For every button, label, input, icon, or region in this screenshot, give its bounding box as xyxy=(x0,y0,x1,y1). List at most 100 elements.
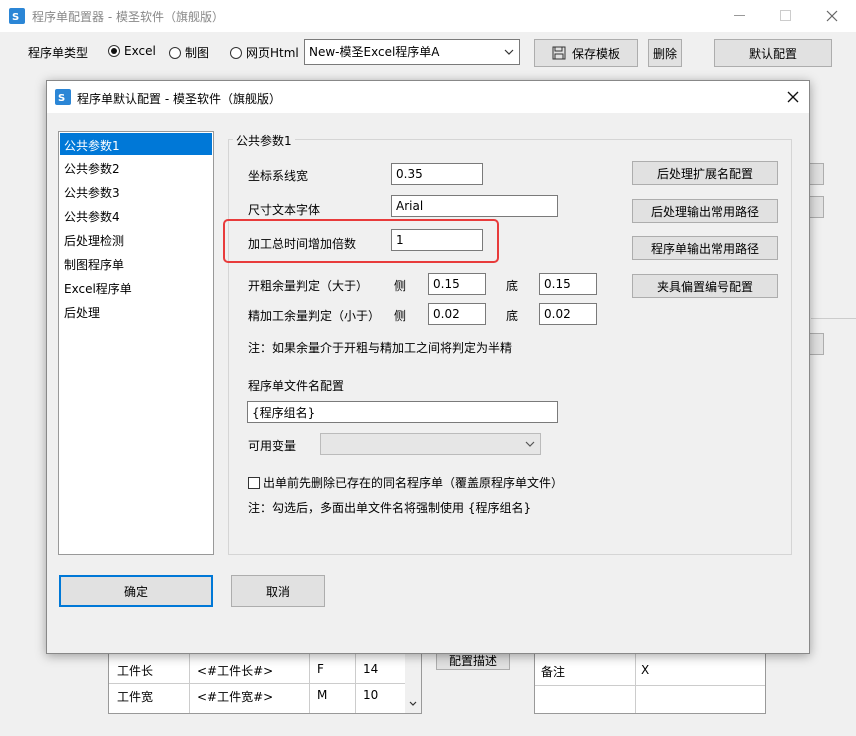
table-row[interactable]: 工件宽 <#工件宽#> M 10 xyxy=(109,683,405,713)
template-select[interactable]: New-模圣Excel程序单A xyxy=(304,39,520,65)
config-dialog: S 程序单默认配置 - 模圣软件（旗舰版） 公共参数1 公共参数2 公共参数3 … xyxy=(46,80,810,654)
type-label: 程序单类型 xyxy=(28,46,89,60)
post-ext-config-label: 后处理扩展名配置 xyxy=(656,166,753,181)
checkbox-box xyxy=(248,476,260,489)
table-row[interactable]: 工件长 <#工件长#> F 14 xyxy=(109,653,405,684)
finish-bottom-input[interactable]: 0.02 xyxy=(539,303,597,325)
svg-text:S: S xyxy=(58,93,65,104)
overwrite-checkbox[interactable]: 出单前先删除已存在的同名程序单（覆盖原程序单文件） xyxy=(248,474,563,491)
finish-side-value: 0.02 xyxy=(433,307,460,321)
finish-bottom-label: 底 xyxy=(506,309,519,323)
radio-excel-label: Excel xyxy=(124,44,156,58)
table-row[interactable]: 备注 X xyxy=(535,653,765,686)
time-mult-value: 1 xyxy=(396,233,404,247)
nav-item-label: 公共参数3 xyxy=(64,186,120,200)
sheet-output-path-button[interactable]: 程序单输出常用路径 xyxy=(632,236,778,260)
maximize-button[interactable] xyxy=(766,4,806,28)
finish-side-input[interactable]: 0.02 xyxy=(428,303,486,325)
rough-bottom-input[interactable]: 0.15 xyxy=(539,273,597,295)
cell: 10 xyxy=(363,688,379,702)
nav-item-4[interactable]: 公共参数4 xyxy=(60,205,212,227)
vars-select[interactable] xyxy=(320,433,541,455)
post-output-path-button[interactable]: 后处理输出常用路径 xyxy=(632,199,778,223)
dim-font-value: Arial xyxy=(396,199,424,213)
col-divider xyxy=(355,653,356,713)
filename-input[interactable]: {程序组名} xyxy=(247,401,558,423)
bg-separator xyxy=(811,318,856,319)
fixture-offset-config-label: 夹具偏置编号配置 xyxy=(656,279,753,294)
cell: M xyxy=(317,688,328,702)
dialog-title: 程序单默认配置 - 模圣软件（旗舰版） xyxy=(77,92,281,106)
filename-value: {程序组名} xyxy=(252,405,316,420)
fixture-offset-config-button[interactable]: 夹具偏置编号配置 xyxy=(632,274,778,298)
coord-width-value: 0.35 xyxy=(396,167,423,181)
radio-drawing-label: 制图 xyxy=(185,46,210,60)
finish-side-label: 侧 xyxy=(394,309,407,323)
rough-side-value: 0.15 xyxy=(433,277,460,291)
nav-item-label: 制图程序单 xyxy=(64,258,125,272)
dialog-title-bar: S 程序单默认配置 - 模圣软件（旗舰版） xyxy=(47,81,809,113)
nav-list: 公共参数1 公共参数2 公共参数3 公共参数4 后处理检测 制图程序单 Exce… xyxy=(58,131,214,555)
delete-button[interactable]: 删除 xyxy=(648,39,682,67)
table-scrollbar[interactable] xyxy=(405,653,421,713)
default-config-button[interactable]: 默认配置 xyxy=(714,39,832,67)
radio-web-indicator xyxy=(230,46,242,59)
nav-item-7[interactable]: Excel程序单 xyxy=(60,277,212,299)
rough-label: 开粗余量判定（大于） xyxy=(248,279,369,293)
close-icon[interactable] xyxy=(812,4,852,28)
nav-item-8[interactable]: 后处理 xyxy=(60,301,212,323)
rough-bottom-value: 0.15 xyxy=(544,277,571,291)
vars-label: 可用变量 xyxy=(248,439,297,453)
bg-button-right-1[interactable] xyxy=(808,163,824,185)
cell: X xyxy=(641,663,650,677)
dim-font-label: 尺寸文本字体 xyxy=(248,203,321,217)
minimize-button[interactable] xyxy=(720,4,760,28)
overwrite-checkbox-label: 出单前先删除已存在的同名程序单（覆盖原程序单文件） xyxy=(263,476,564,490)
cell: 备注 xyxy=(541,665,566,679)
nav-item-label: 公共参数1 xyxy=(64,139,120,153)
radio-drawing[interactable]: 制图 xyxy=(169,44,209,61)
nav-item-6[interactable]: 制图程序单 xyxy=(60,253,212,275)
group-title: 公共参数1 xyxy=(233,132,295,149)
cancel-label: 取消 xyxy=(265,584,290,599)
nav-item-2[interactable]: 公共参数2 xyxy=(60,157,212,179)
nav-item-label: 公共参数4 xyxy=(64,210,120,224)
nav-item-label: 公共参数2 xyxy=(64,162,120,176)
cancel-button[interactable]: 取消 xyxy=(231,575,325,607)
radio-web[interactable]: 网页Html xyxy=(230,44,299,61)
nav-item-5[interactable]: 后处理检测 xyxy=(60,229,212,251)
nav-item-3[interactable]: 公共参数3 xyxy=(60,181,212,203)
nav-item-1[interactable]: 公共参数1 xyxy=(60,133,212,155)
post-ext-config-button[interactable]: 后处理扩展名配置 xyxy=(632,161,778,185)
cell: <#工件宽#> xyxy=(197,690,274,704)
radio-excel[interactable]: Excel xyxy=(108,44,156,58)
time-mult-input[interactable]: 1 xyxy=(391,229,483,251)
cell: 14 xyxy=(363,662,379,676)
save-icon xyxy=(552,46,566,60)
bg-button-right-3[interactable] xyxy=(808,333,824,355)
nav-item-label: Excel程序单 xyxy=(64,282,132,296)
ok-button[interactable]: 确定 xyxy=(59,575,213,607)
chevron-down-icon xyxy=(504,49,514,55)
radio-excel-indicator xyxy=(108,45,120,57)
main-title-bar: S 程序单配置器 - 模圣软件（旗舰版） xyxy=(0,0,856,32)
dialog-close-icon[interactable] xyxy=(783,87,803,107)
radio-drawing-indicator xyxy=(169,46,181,59)
sheet-output-path-label: 程序单输出常用路径 xyxy=(650,241,759,256)
app-logo-icon: S xyxy=(9,8,25,24)
rough-bottom-label: 底 xyxy=(506,279,519,293)
coord-width-input[interactable]: 0.35 xyxy=(391,163,483,185)
rough-side-input[interactable]: 0.15 xyxy=(428,273,486,295)
config-desc-label: 配置描述 xyxy=(448,653,497,668)
save-template-label: 保存模板 xyxy=(571,46,620,61)
delete-label: 删除 xyxy=(652,46,677,61)
margin-note: 注：如果余量介于开粗与精加工之间将判定为半精 xyxy=(248,341,513,355)
bg-button-right-2[interactable] xyxy=(808,196,824,218)
save-template-button[interactable]: 保存模板 xyxy=(534,39,638,67)
cell: <#工件长#> xyxy=(197,664,274,678)
svg-text:S: S xyxy=(12,12,19,23)
nav-item-label: 后处理检测 xyxy=(64,234,125,248)
dim-font-input[interactable]: Arial xyxy=(391,195,558,217)
rough-side-label: 侧 xyxy=(394,279,407,293)
cell: F xyxy=(317,662,324,676)
